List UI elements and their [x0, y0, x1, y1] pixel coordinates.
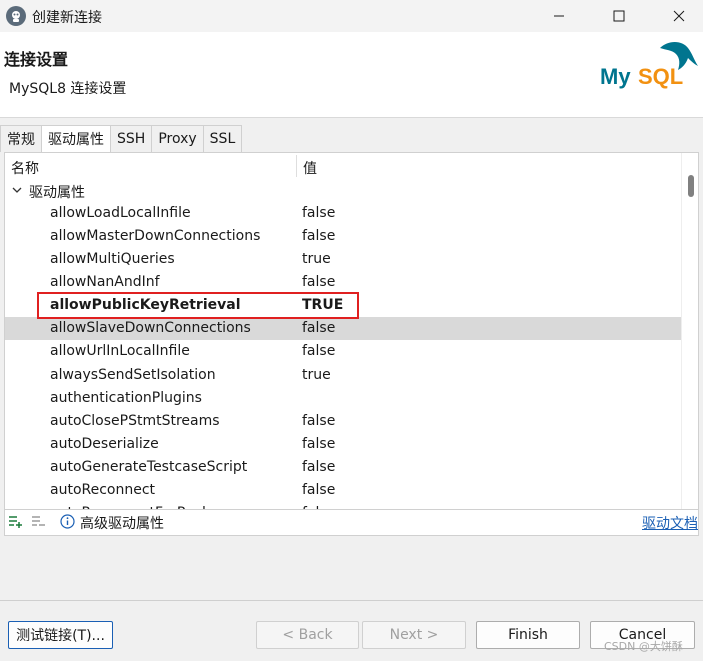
svg-text:My: My	[600, 64, 631, 89]
table-header: 名称 值	[5, 153, 681, 179]
property-value[interactable]: true	[302, 367, 331, 383]
advanced-properties-label: 高级驱动属性	[80, 516, 164, 532]
vertical-scrollbar[interactable]	[681, 153, 698, 509]
table-row[interactable]: autoClosePStmtStreams false	[5, 410, 681, 433]
footer-divider	[0, 600, 703, 601]
property-value[interactable]: false	[302, 205, 335, 221]
column-header-value[interactable]: 值	[303, 158, 317, 178]
property-group-label: 驱动属性	[29, 185, 85, 201]
tab-general[interactable]: 常规	[0, 125, 42, 152]
table-row[interactable]: allowMultiQueries true	[5, 248, 681, 271]
property-value[interactable]: TRUE	[302, 297, 343, 313]
finish-button[interactable]: Finish	[476, 621, 580, 649]
property-name: autoClosePStmtStreams	[50, 412, 220, 429]
chevron-down-icon[interactable]	[12, 187, 22, 194]
property-name: authenticationPlugins	[50, 389, 202, 406]
property-rows: allowLoadLocalInfile false allowMasterDow…	[5, 202, 681, 509]
column-separator[interactable]	[296, 155, 297, 177]
page-title: 连接设置	[4, 50, 69, 69]
tab-driver-properties[interactable]: 驱动属性	[41, 125, 111, 152]
table-row[interactable]: allowMasterDownConnections false	[5, 225, 681, 248]
maximize-button[interactable]	[596, 0, 642, 32]
property-name: allowLoadLocalInfile	[50, 205, 191, 221]
property-group-row[interactable]: 驱动属性	[5, 179, 681, 202]
table-row-selected[interactable]: allowSlaveDownConnections false	[5, 317, 681, 341]
property-name: autoGenerateTestcaseScript	[50, 458, 248, 475]
property-name: allowPublicKeyRetrieval	[50, 297, 241, 314]
table-row[interactable]: autoReconnect false	[5, 479, 681, 502]
minimize-button[interactable]	[536, 0, 582, 32]
property-name: allowUrlInLocalInfile	[50, 343, 190, 360]
collapse-all-icon[interactable]	[31, 515, 47, 529]
back-button[interactable]: < Back	[256, 621, 359, 649]
property-name: autoDeserialize	[50, 435, 159, 452]
info-icon	[60, 514, 75, 529]
maximize-icon	[613, 10, 625, 22]
header-banner: 连接设置 MySQL8 连接设置 My SQL	[0, 32, 703, 118]
tab-ssl[interactable]: SSL	[202, 125, 243, 152]
minimize-icon	[554, 15, 564, 17]
page-subtitle: MySQL8 连接设置	[9, 81, 127, 97]
property-value[interactable]: true	[302, 251, 331, 267]
close-icon	[673, 10, 685, 22]
property-name: allowMultiQueries	[50, 251, 175, 268]
title-bar: 创建新连接	[0, 0, 703, 32]
column-header-name[interactable]: 名称	[11, 158, 39, 178]
property-name: allowNanAndInf	[50, 274, 160, 291]
close-button[interactable]	[656, 0, 702, 32]
property-name: allowMasterDownConnections	[50, 228, 261, 245]
property-value[interactable]: false	[302, 459, 335, 475]
table-row[interactable]: allowLoadLocalInfile false	[5, 202, 681, 225]
driver-docs-link[interactable]: 驱动文档	[642, 513, 698, 533]
test-connection-button[interactable]: 测试链接(T)...	[8, 621, 113, 649]
table-row[interactable]: autoGenerateTestcaseScript false	[5, 456, 681, 479]
property-name: alwaysSendSetIsolation	[50, 366, 216, 383]
svg-text:SQL: SQL	[638, 64, 683, 89]
tab-proxy[interactable]: Proxy	[151, 125, 204, 152]
table-row[interactable]: authenticationPlugins	[5, 387, 681, 410]
property-value[interactable]: false	[302, 320, 335, 336]
tab-bar: 常规 驱动属性 SSH Proxy SSL	[0, 125, 703, 152]
tab-ssh[interactable]: SSH	[110, 125, 153, 152]
table-row-highlighted[interactable]: allowPublicKeyRetrieval TRUE	[5, 294, 681, 317]
property-value[interactable]: false	[302, 228, 335, 244]
table-row[interactable]: autoDeserialize false	[5, 433, 681, 456]
property-value[interactable]: false	[302, 343, 335, 359]
property-value[interactable]: false	[302, 274, 335, 290]
properties-table: 名称 值 驱动属性 allowLoadLocalInfile false allo…	[4, 152, 699, 510]
table-row[interactable]: autoReconnectForPoolsfalse	[5, 502, 681, 509]
app-icon	[6, 6, 26, 26]
watermark: CSDN @大饼酥	[604, 640, 683, 653]
next-button[interactable]: Next >	[362, 621, 466, 649]
property-name: autoReconnect	[50, 481, 156, 498]
window-title: 创建新连接	[32, 10, 102, 26]
properties-toolbar: 高级驱动属性 驱动文档	[4, 510, 699, 536]
scrollbar-thumb[interactable]	[688, 175, 694, 197]
property-value[interactable]: false	[302, 413, 335, 429]
property-value[interactable]: false	[302, 482, 335, 498]
expand-all-icon[interactable]	[8, 515, 24, 529]
table-row[interactable]: allowUrlInLocalInfile false	[5, 340, 681, 363]
table-row[interactable]: alwaysSendSetIsolation true	[5, 364, 681, 387]
property-value[interactable]: false	[302, 436, 335, 452]
table-row[interactable]: allowNanAndInf false	[5, 271, 681, 294]
property-name: allowSlaveDownConnections	[50, 320, 251, 337]
mysql-logo-icon: My SQL	[600, 42, 698, 89]
